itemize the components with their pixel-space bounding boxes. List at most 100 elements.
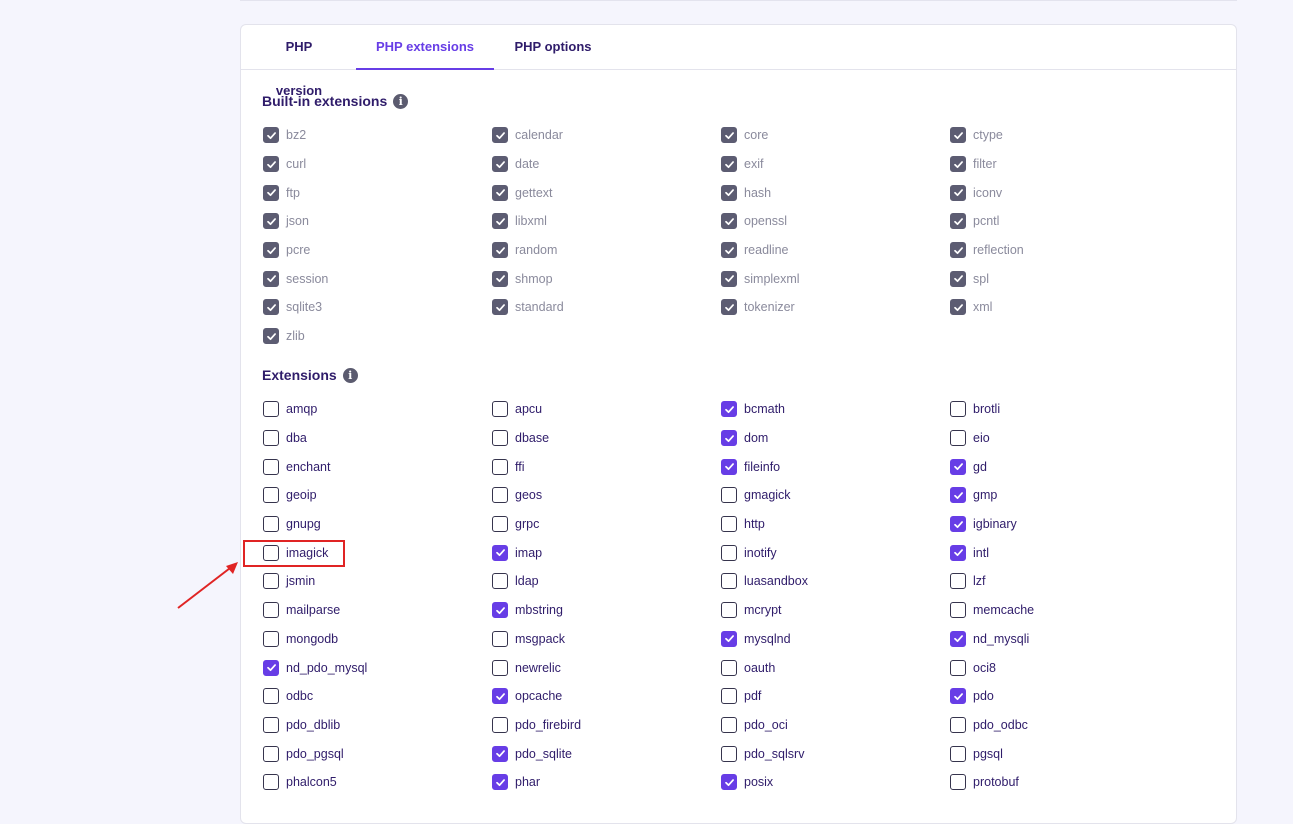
extension-phalcon5[interactable]: phalcon5: [263, 768, 492, 797]
extension-pdo-oci[interactable]: pdo_oci: [721, 711, 950, 740]
extension-pdo[interactable]: pdo: [950, 682, 1179, 711]
extension-imap[interactable]: imap: [492, 538, 721, 567]
extension-eio[interactable]: eio: [950, 424, 1179, 453]
checkbox-unchecked[interactable]: [263, 745, 279, 762]
checkbox-unchecked[interactable]: [492, 573, 508, 590]
extension-geoip[interactable]: geoip: [263, 481, 492, 510]
extension-memcache[interactable]: memcache: [950, 596, 1179, 625]
extension-oauth[interactable]: oauth: [721, 653, 950, 682]
extension-pdf[interactable]: pdf: [721, 682, 950, 711]
extension-pdo-firebird[interactable]: pdo_firebird: [492, 711, 721, 740]
checkbox-unchecked[interactable]: [492, 516, 508, 533]
checkbox-unchecked[interactable]: [721, 544, 737, 561]
extension-odbc[interactable]: odbc: [263, 682, 492, 711]
info-icon[interactable]: i: [342, 367, 358, 383]
checkbox-checked[interactable]: [721, 630, 737, 647]
extension-newrelic[interactable]: newrelic: [492, 653, 721, 682]
checkbox-unchecked[interactable]: [492, 630, 508, 647]
extension-mailparse[interactable]: mailparse: [263, 596, 492, 625]
extension-brotli[interactable]: brotli: [950, 395, 1179, 424]
extension-oci8[interactable]: oci8: [950, 653, 1179, 682]
extension-bcmath[interactable]: bcmath: [721, 395, 950, 424]
checkbox-checked[interactable]: [721, 430, 737, 447]
checkbox-unchecked[interactable]: [950, 659, 966, 676]
extension-jsmin[interactable]: jsmin: [263, 567, 492, 596]
checkbox-unchecked[interactable]: [721, 659, 737, 676]
extension-pdo-odbc[interactable]: pdo_odbc: [950, 711, 1179, 740]
checkbox-unchecked[interactable]: [263, 487, 279, 504]
checkbox-checked[interactable]: [263, 659, 279, 676]
checkbox-checked[interactable]: [721, 401, 737, 418]
checkbox-checked[interactable]: [950, 516, 966, 533]
extension-gmagick[interactable]: gmagick: [721, 481, 950, 510]
extension-pgsql[interactable]: pgsql: [950, 739, 1179, 768]
checkbox-unchecked[interactable]: [950, 602, 966, 619]
extension-nd-mysqli[interactable]: nd_mysqli: [950, 625, 1179, 654]
checkbox-unchecked[interactable]: [263, 602, 279, 619]
checkbox-unchecked[interactable]: [492, 401, 508, 418]
checkbox-unchecked[interactable]: [721, 487, 737, 504]
extension-apcu[interactable]: apcu: [492, 395, 721, 424]
extension-dba[interactable]: dba: [263, 424, 492, 453]
extension-ffi[interactable]: ffi: [492, 452, 721, 481]
checkbox-checked[interactable]: [492, 544, 508, 561]
checkbox-unchecked[interactable]: [950, 573, 966, 590]
extension-lzf[interactable]: lzf: [950, 567, 1179, 596]
checkbox-checked[interactable]: [492, 688, 508, 705]
extension-inotify[interactable]: inotify: [721, 538, 950, 567]
checkbox-unchecked[interactable]: [721, 516, 737, 533]
extension-gnupg[interactable]: gnupg: [263, 510, 492, 539]
extension-dom[interactable]: dom: [721, 424, 950, 453]
extension-ldap[interactable]: ldap: [492, 567, 721, 596]
checkbox-unchecked[interactable]: [492, 458, 508, 475]
extension-gmp[interactable]: gmp: [950, 481, 1179, 510]
extension-mbstring[interactable]: mbstring: [492, 596, 721, 625]
extension-luasandbox[interactable]: luasandbox: [721, 567, 950, 596]
extension-geos[interactable]: geos: [492, 481, 721, 510]
extension-opcache[interactable]: opcache: [492, 682, 721, 711]
checkbox-checked[interactable]: [950, 630, 966, 647]
extension-grpc[interactable]: grpc: [492, 510, 721, 539]
extension-http[interactable]: http: [721, 510, 950, 539]
checkbox-checked[interactable]: [721, 774, 737, 791]
checkbox-unchecked[interactable]: [263, 544, 279, 561]
extension-mongodb[interactable]: mongodb: [263, 625, 492, 654]
extension-gd[interactable]: gd: [950, 452, 1179, 481]
checkbox-unchecked[interactable]: [721, 745, 737, 762]
checkbox-checked[interactable]: [492, 602, 508, 619]
checkbox-checked[interactable]: [492, 745, 508, 762]
extension-nd-pdo-mysql[interactable]: nd_pdo_mysql: [263, 653, 492, 682]
checkbox-unchecked[interactable]: [492, 430, 508, 447]
extension-intl[interactable]: intl: [950, 538, 1179, 567]
checkbox-unchecked[interactable]: [263, 573, 279, 590]
checkbox-checked[interactable]: [721, 458, 737, 475]
checkbox-unchecked[interactable]: [492, 659, 508, 676]
checkbox-unchecked[interactable]: [492, 487, 508, 504]
extension-msgpack[interactable]: msgpack: [492, 625, 721, 654]
checkbox-unchecked[interactable]: [492, 716, 508, 733]
checkbox-unchecked[interactable]: [263, 774, 279, 791]
checkbox-unchecked[interactable]: [950, 774, 966, 791]
checkbox-unchecked[interactable]: [263, 458, 279, 475]
extension-igbinary[interactable]: igbinary: [950, 510, 1179, 539]
extension-protobuf[interactable]: protobuf: [950, 768, 1179, 797]
checkbox-unchecked[interactable]: [263, 688, 279, 705]
extension-posix[interactable]: posix: [721, 768, 950, 797]
checkbox-unchecked[interactable]: [263, 630, 279, 647]
checkbox-checked[interactable]: [950, 544, 966, 561]
tab-php-options[interactable]: PHP options: [514, 25, 592, 69]
checkbox-checked[interactable]: [950, 487, 966, 504]
extension-fileinfo[interactable]: fileinfo: [721, 452, 950, 481]
extension-dbase[interactable]: dbase: [492, 424, 721, 453]
checkbox-unchecked[interactable]: [721, 716, 737, 733]
checkbox-unchecked[interactable]: [263, 516, 279, 533]
checkbox-checked[interactable]: [950, 688, 966, 705]
extension-enchant[interactable]: enchant: [263, 452, 492, 481]
extension-pdo-sqlsrv[interactable]: pdo_sqlsrv: [721, 739, 950, 768]
checkbox-checked[interactable]: [492, 774, 508, 791]
extension-pdo-dblib[interactable]: pdo_dblib: [263, 711, 492, 740]
checkbox-unchecked[interactable]: [263, 716, 279, 733]
extension-pdo-sqlite[interactable]: pdo_sqlite: [492, 739, 721, 768]
extension-mysqlnd[interactable]: mysqlnd: [721, 625, 950, 654]
checkbox-checked[interactable]: [950, 458, 966, 475]
